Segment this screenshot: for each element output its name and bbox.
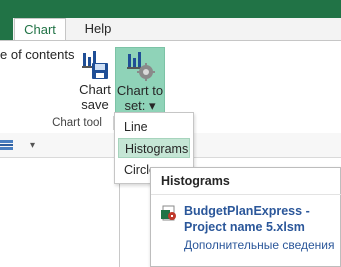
chart-save-label-2: save bbox=[81, 97, 109, 112]
sheet-area[interactable] bbox=[0, 158, 120, 267]
file-tab-edge[interactable] bbox=[0, 18, 13, 40]
tooltip-more-info-link[interactable]: Дополнительные сведения bbox=[184, 238, 334, 252]
tooltip: Histograms BudgetPlanExpress - Project n… bbox=[150, 167, 341, 267]
menu-item-line[interactable]: Line bbox=[118, 117, 190, 137]
tooltip-file-link[interactable]: BudgetPlanExpress - Project name 5.xlsm bbox=[184, 203, 340, 235]
chart-save-label-1: Chart bbox=[79, 82, 111, 97]
tooltip-title: Histograms bbox=[161, 174, 230, 188]
chart-save-button[interactable]: Chart save bbox=[76, 47, 114, 113]
chart-settings-icon bbox=[127, 52, 155, 81]
chart-save-icon bbox=[82, 51, 108, 79]
tab-help[interactable]: Help bbox=[74, 18, 122, 40]
table-of-contents-button[interactable]: e of contents bbox=[0, 47, 74, 62]
macro-file-icon bbox=[161, 205, 176, 221]
stack-icon[interactable] bbox=[0, 140, 13, 150]
chart-to-set-button[interactable]: Chart to set: ▾ bbox=[115, 47, 165, 113]
group-label-chart-tool: Chart tool bbox=[52, 117, 102, 129]
chart-to-set-label-2: set: ▾ bbox=[124, 98, 156, 113]
tab-chart[interactable]: Chart bbox=[14, 18, 66, 40]
chevron-down-icon[interactable]: ▾ bbox=[30, 140, 35, 151]
chart-to-set-label-1: Chart to bbox=[116, 83, 164, 98]
menu-item-histograms[interactable]: Histograms bbox=[118, 138, 190, 158]
tooltip-divider bbox=[151, 194, 341, 195]
